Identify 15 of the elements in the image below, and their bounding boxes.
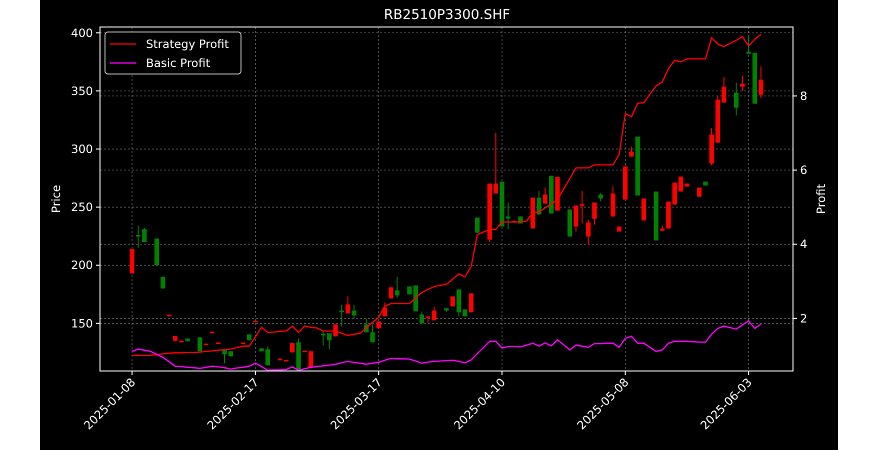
tick-label: 250	[71, 200, 93, 214]
tick-label: 300	[71, 142, 93, 156]
tick-label: 8	[800, 88, 808, 103]
legend-label: Basic Profit	[146, 56, 210, 70]
axis-label: Price	[49, 184, 63, 214]
axis-label: Profit	[814, 184, 828, 214]
tick-label: 4	[800, 237, 808, 252]
tick-label: 350	[71, 84, 93, 98]
legend-label: Strategy Profit	[146, 37, 229, 51]
tick-label: 400	[71, 26, 93, 40]
tick-label: 2	[800, 311, 808, 326]
tick-label: 6	[800, 163, 808, 178]
chart-title: RB2510P3300.SHF	[384, 7, 510, 23]
tick-label: 150	[71, 316, 93, 330]
tick-label: 200	[71, 258, 93, 272]
